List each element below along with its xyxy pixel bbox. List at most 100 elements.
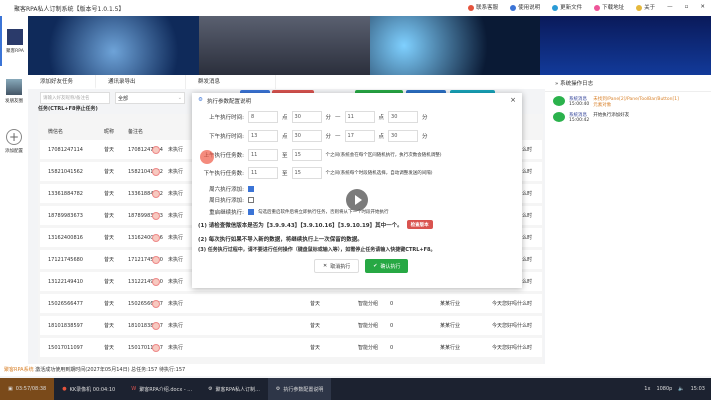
titlebar-link-service[interactable]: 联系客服	[468, 3, 498, 11]
header-cell: 昵称	[104, 129, 115, 135]
sunday-checkbox[interactable]	[248, 197, 254, 203]
dialog-close-button[interactable]: ×	[510, 96, 516, 104]
note-3: (3) 任务执行过程中，请不要进行任何操作（键盘鼠标或输入等），如需停止任务请输…	[198, 246, 436, 253]
table-cell: 未执行	[168, 279, 184, 285]
close-button[interactable]: ✕	[700, 4, 705, 10]
titlebar-link-about[interactable]: 关于	[636, 3, 655, 11]
log-entry: 系统消息 15:00:40 未找到/Pane[2]/Pane/ToolBar/But…	[553, 96, 703, 108]
sidebar-item-moments[interactable]: 发朋友圈	[0, 66, 28, 116]
table-cell: 0	[390, 322, 394, 329]
question-icon	[636, 4, 643, 11]
maximize-button[interactable]: ▫	[685, 4, 689, 10]
log-entry: 系统消息 15:00:42 开始执行添加好友	[553, 112, 703, 123]
log-title-text: 系统操作日志	[560, 81, 594, 87]
am-start-min[interactable]: 30	[291, 111, 322, 123]
note-text: (1) 请检查微信版本是否为【3.9.9.43】【3.9.10.16】【3.9.…	[198, 222, 403, 229]
taskbar-item-player[interactable]: ▣ 03:57/08:38	[0, 378, 55, 400]
check-version-button[interactable]: 检查版本	[406, 220, 433, 229]
saturday-checkbox[interactable]	[248, 186, 254, 192]
am-end-hour[interactable]: 11	[344, 111, 375, 123]
log-time: 15:00:40	[569, 102, 590, 107]
banner-image-2	[198, 16, 370, 75]
saturday-label: 周六执行添加:	[209, 187, 244, 193]
table-cell: 13122149410	[48, 278, 83, 285]
avatar-icon	[152, 211, 160, 220]
table-cell: 智能分组	[358, 323, 379, 329]
volume-icon[interactable]: 🔈	[678, 386, 684, 392]
resolution-button[interactable]: 1080p	[656, 386, 672, 392]
sidebar-item-add[interactable]: + 添加配置	[0, 116, 28, 166]
link-label: 下载地址	[602, 5, 625, 11]
minimize-button[interactable]: —	[667, 4, 673, 10]
header-cell: 微信名	[48, 129, 64, 135]
taskbar-item-doc[interactable]: W 聚客RPA介绍.docx - ...	[123, 378, 200, 400]
status-brand: 聚客RPA系统	[4, 367, 34, 373]
table-cell: 未执行	[168, 169, 184, 175]
log-text: 开始执行添加好友	[593, 113, 630, 118]
banner-image-1	[28, 16, 199, 75]
table-row[interactable]: 15026566477 昔天 15026566477 未执行 昔天 智能分组 0 某某行业 今天…	[40, 294, 542, 313]
system-tray: 1x 1080p 🔈 15:03	[644, 386, 711, 392]
sidebar-item-rpa[interactable]: 聚客RPA	[0, 16, 28, 66]
tab-mass-message[interactable]: 群发消息	[186, 75, 276, 89]
pm-start-min[interactable]: 30	[291, 130, 322, 142]
wechat-icon	[553, 112, 565, 122]
link-label: 联系客服	[476, 5, 499, 11]
app-icon: ⚙	[275, 386, 281, 392]
table-cell: 昔天	[104, 301, 115, 307]
table-cell: 17121745680	[48, 256, 83, 263]
video-play-icon[interactable]	[346, 189, 368, 211]
unit: 分	[325, 115, 332, 121]
am-count-min[interactable]: 11	[248, 149, 278, 161]
taskbar-label: KK录像机 00:04:10	[69, 386, 116, 393]
pm-start-hour[interactable]: 13	[248, 130, 278, 142]
titlebar-link-download[interactable]: 下载地址	[594, 3, 624, 11]
titlebar-link-guide[interactable]: 使用说明	[510, 3, 540, 11]
table-cell: 今天您好吗什么时	[492, 301, 533, 307]
confirm-button[interactable]: ✔ 确认执行	[365, 259, 409, 273]
table-cell: 13361884782	[48, 190, 83, 197]
table-cell: 未执行	[168, 345, 184, 351]
table-cell: 未执行	[168, 301, 184, 307]
avatar-icon	[152, 189, 160, 198]
tab-contacts-export[interactable]: 通讯录导出	[96, 75, 186, 89]
taskbar-item-dialog[interactable]: ⚙ 执行参数配置说明	[267, 378, 332, 400]
taskbar-item-app[interactable]: ⚙ 聚客RPA私人订制...	[200, 378, 268, 400]
unit: 至	[282, 153, 288, 159]
titlebar-link-update[interactable]: 更新文件	[552, 3, 582, 11]
table-cell: 今天您好吗什么时	[492, 345, 533, 351]
filter-select[interactable]: 全部 ⌄	[115, 92, 185, 104]
taskbar-label: 聚客RPA介绍.docx - ...	[139, 386, 193, 393]
moments-image	[6, 78, 22, 95]
taskbar-label: 03:57/08:38	[15, 386, 47, 392]
unit: 分	[422, 115, 428, 121]
table-cell: 智能分组	[358, 345, 379, 351]
tab-add-friends[interactable]: 添加好友任务	[28, 75, 96, 89]
pm-count-min[interactable]: 11	[248, 167, 278, 179]
taskbar-item-recorder[interactable]: ● KK录像机 00:04:10	[54, 378, 123, 400]
am-end-min[interactable]: 30	[388, 111, 419, 123]
log-text: 未找到/Pane[2]/Pane/ToolBar/Button[1]元素对象	[593, 97, 679, 108]
speed-button[interactable]: 1x	[644, 386, 650, 392]
chevron-down-icon: ⌄	[177, 95, 182, 101]
am-start-hour[interactable]: 8	[248, 111, 278, 123]
download-icon	[594, 4, 601, 11]
table-cell: 昔天	[104, 257, 115, 263]
am-count-max[interactable]: 15	[291, 149, 322, 161]
am-count-hint: 个之间(系统会在每个区间随机执行，执行次数会随机调整)	[325, 153, 442, 158]
am-count-row: 上午执行任务数: 11 至 15 个之间(系统会在每个区间随机执行，执行次数会随机…	[192, 149, 442, 161]
pm-end-hour[interactable]: 17	[344, 130, 375, 142]
search-input[interactable]: 请输入好友昵称/备注名	[40, 92, 110, 104]
sunday-row: 周日执行添加:	[192, 196, 254, 204]
table-cell: 某某行业	[440, 301, 461, 307]
pm-end-min[interactable]: 30	[388, 130, 419, 142]
unit: 分	[422, 134, 428, 140]
avatar-icon	[152, 167, 160, 176]
table-cell: 某某行业	[440, 345, 461, 351]
table-row[interactable]: 18101838597 昔天 18101838597 未执行 昔天 智能分组 0 某某行业 今天…	[40, 316, 542, 335]
cancel-button[interactable]: ✕ 取消执行	[314, 259, 360, 273]
table-row[interactable]: 15017011097 昔天 15017011097 未执行 昔天 智能分组 0 某某行业 今天…	[40, 338, 542, 357]
restart-checkbox[interactable]	[248, 209, 254, 215]
pm-count-max[interactable]: 15	[291, 167, 322, 179]
table-cell: 昔天	[104, 213, 115, 219]
